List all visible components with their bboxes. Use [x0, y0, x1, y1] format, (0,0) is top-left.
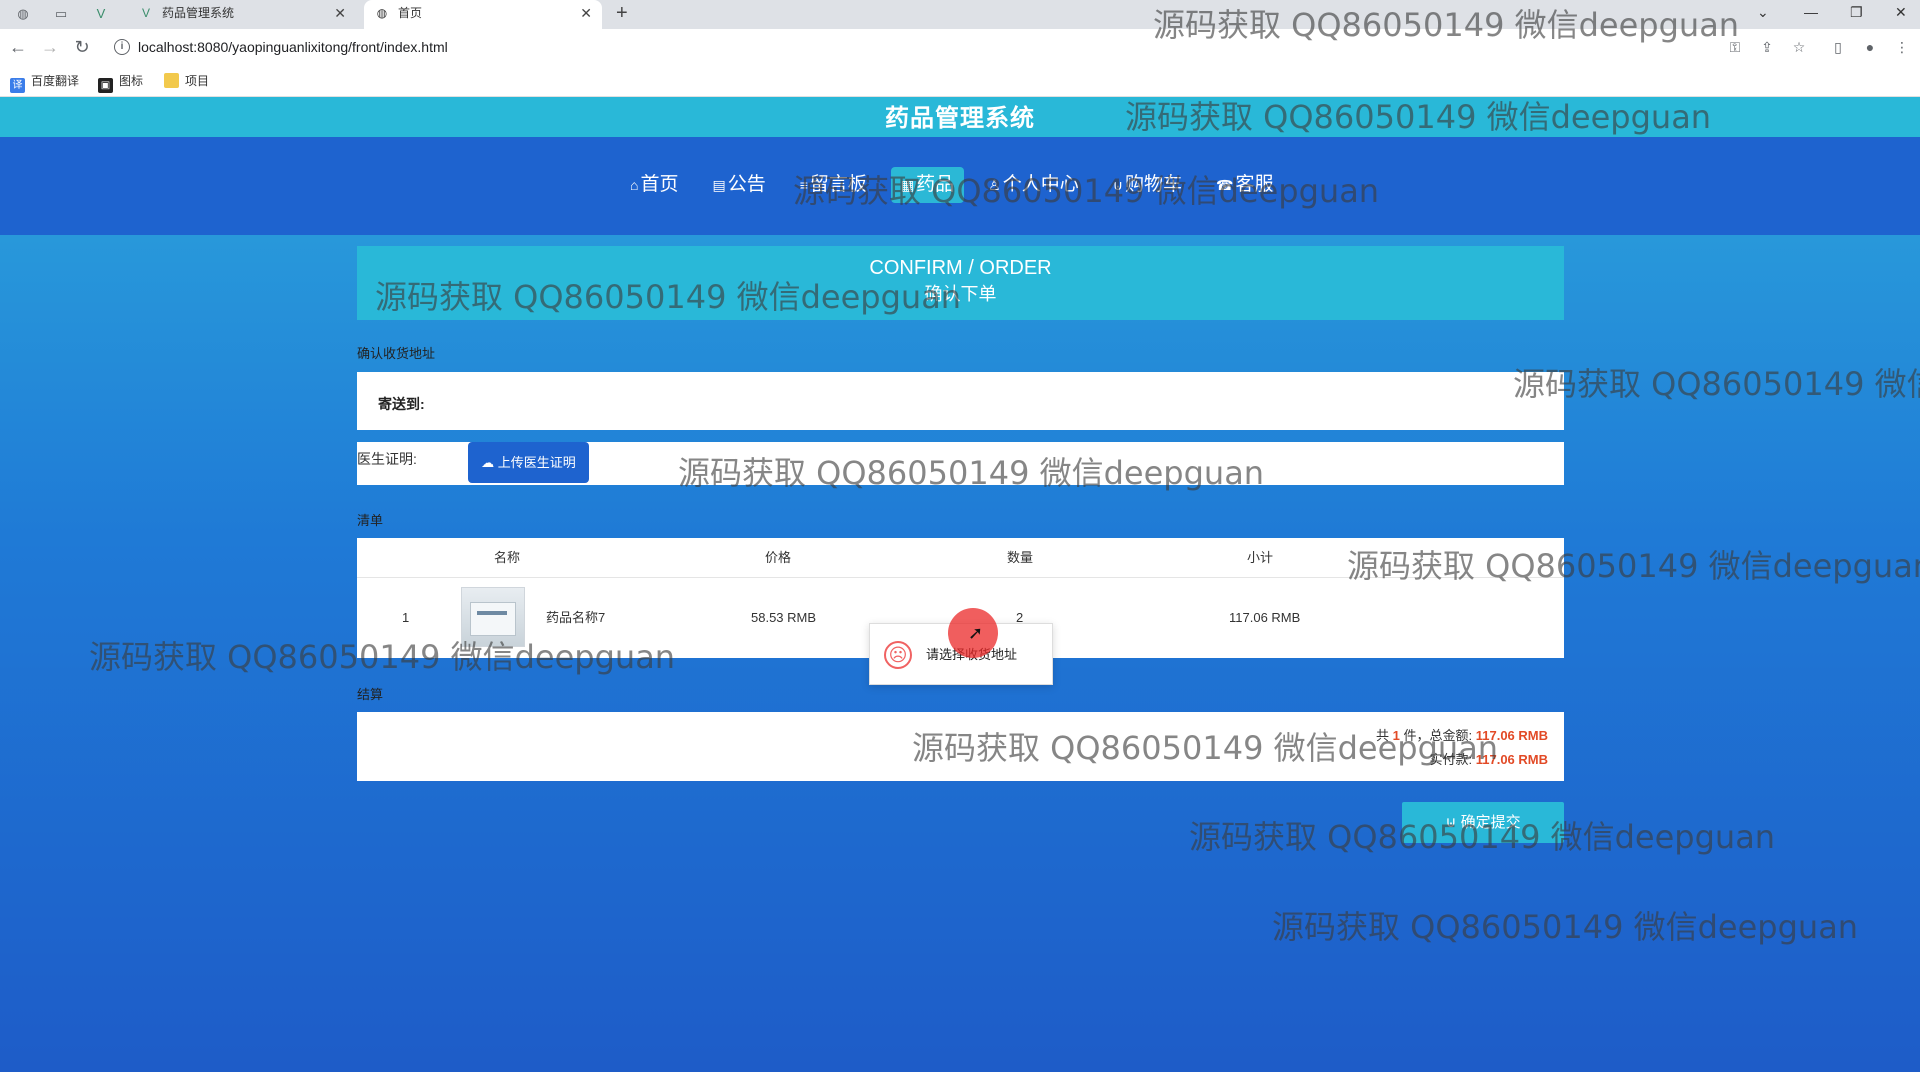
address-section-label: 确认收货地址: [357, 346, 436, 361]
image-icon: ▣: [98, 78, 113, 93]
nav-label: 首页: [640, 174, 679, 195]
vue-logo-icon: V: [141, 6, 150, 20]
watermark: 源码获取 QQ86050149 微信deepguan: [375, 278, 962, 316]
watermark: 源码获取 QQ86050149 微信deepguan: [1272, 908, 1859, 946]
product-price: 58.53 RMB: [751, 610, 817, 625]
cloud-upload-icon: ☁: [481, 455, 495, 470]
sidepanel-icon[interactable]: ▯: [1829, 38, 1847, 56]
nav-item-home[interactable]: ⌂ 首页: [620, 167, 688, 203]
column-header: 价格: [765, 550, 792, 565]
tab-search-icon[interactable]: ◍: [14, 5, 32, 23]
watermark: 源码获取 QQ86050149 微信deepguan: [1347, 547, 1920, 585]
bookmarks-bar: 译百度翻译 ▣ 图标 项目: [0, 66, 1920, 97]
folder-icon: [164, 73, 179, 88]
info-icon[interactable]: i: [114, 39, 130, 55]
watermark: 源码获取 QQ86050149 微信deepguan: [89, 638, 676, 676]
menu-icon[interactable]: ⋮: [1893, 38, 1911, 56]
back-icon[interactable]: ←: [4, 29, 32, 66]
window-close-icon[interactable]: ✕: [1895, 0, 1907, 24]
star-icon[interactable]: ☆: [1790, 38, 1808, 56]
bookmark-baidu-translate[interactable]: 译百度翻译: [10, 72, 79, 93]
watermark: 源码获取 QQ86050149 微信deepguan: [793, 172, 1380, 210]
watermark: 源码获取 QQ86050149 微信deepguan: [1125, 98, 1712, 136]
globe-icon: ◍: [376, 6, 388, 20]
watermark: 源码获取 QQ86050149 微信deepguan: [678, 454, 1265, 492]
tab-home[interactable]: ◍ 首页 ✕: [364, 0, 602, 29]
doctor-certificate-label: 医生证明:: [357, 451, 417, 467]
watermark: 源码获取 QQ86050149 微信deepguan: [1153, 6, 1740, 44]
restore-icon[interactable]: ❐: [1850, 0, 1863, 24]
settlement-section-label: 结算: [357, 687, 384, 702]
profile-icon[interactable]: ●: [1861, 38, 1879, 56]
minimize-icon[interactable]: —: [1804, 0, 1818, 24]
watermark: 源码获取 QQ86050149 微信deepguan: [912, 729, 1499, 767]
vue-tab-icon[interactable]: V: [92, 5, 110, 23]
tab-title: 首页: [398, 6, 423, 20]
address-box[interactable]: 寄送到:: [357, 372, 1564, 430]
translate-icon: 译: [10, 78, 25, 93]
pinned-tab-icon[interactable]: ▭: [52, 5, 70, 23]
nav-label: 公告: [727, 174, 766, 195]
sad-face-icon: ☹: [884, 641, 912, 669]
forward-icon[interactable]: →: [36, 29, 64, 66]
share-icon[interactable]: ⇪: [1758, 38, 1776, 56]
send-to-label: 寄送到:: [378, 396, 425, 412]
tab-yaopin[interactable]: V 药品管理系统 ✕: [128, 0, 356, 29]
close-icon[interactable]: ✕: [580, 0, 592, 27]
close-icon[interactable]: ✕: [334, 0, 346, 27]
product-subtotal: 117.06 RMB: [1229, 610, 1301, 625]
mouse-cursor-icon: ➚: [968, 623, 984, 643]
bookmark-icons[interactable]: ▣ 图标: [98, 72, 143, 93]
nav-item-announcements[interactable]: ▤ 公告: [702, 167, 775, 203]
column-header: 名称: [494, 550, 521, 565]
home-icon: ⌂: [630, 177, 639, 193]
list-section-label: 清单: [357, 513, 384, 528]
page: 药品管理系统 ⌂ 首页 ▤ 公告 ≡ 留言板 ▦ 药品 ♙ 个人中心 ⊍ 购物车 ☎ 客服 CONFIRM…: [0, 97, 1920, 1072]
upload-certificate-button[interactable]: ☁ 上传医生证明: [468, 442, 589, 483]
bookmark-project[interactable]: 项目: [164, 72, 209, 90]
column-header: 小计: [1247, 550, 1274, 565]
tab-title: 药品管理系统: [162, 6, 235, 20]
reload-icon[interactable]: ↻: [68, 29, 96, 66]
watermark: 源码获取 QQ86050149 微信deepguan: [1513, 365, 1920, 403]
announcements-icon: ▤: [712, 177, 726, 193]
watermark: 源码获取 QQ86050149 微信deepguan: [1189, 818, 1776, 856]
chevron-down-icon[interactable]: ⌄: [1757, 0, 1769, 24]
url-text[interactable]: localhost:8080/yaopinguanlixitong/front/…: [138, 33, 448, 62]
new-tab-icon[interactable]: +: [616, 0, 628, 27]
column-header: 数量: [1007, 550, 1034, 565]
